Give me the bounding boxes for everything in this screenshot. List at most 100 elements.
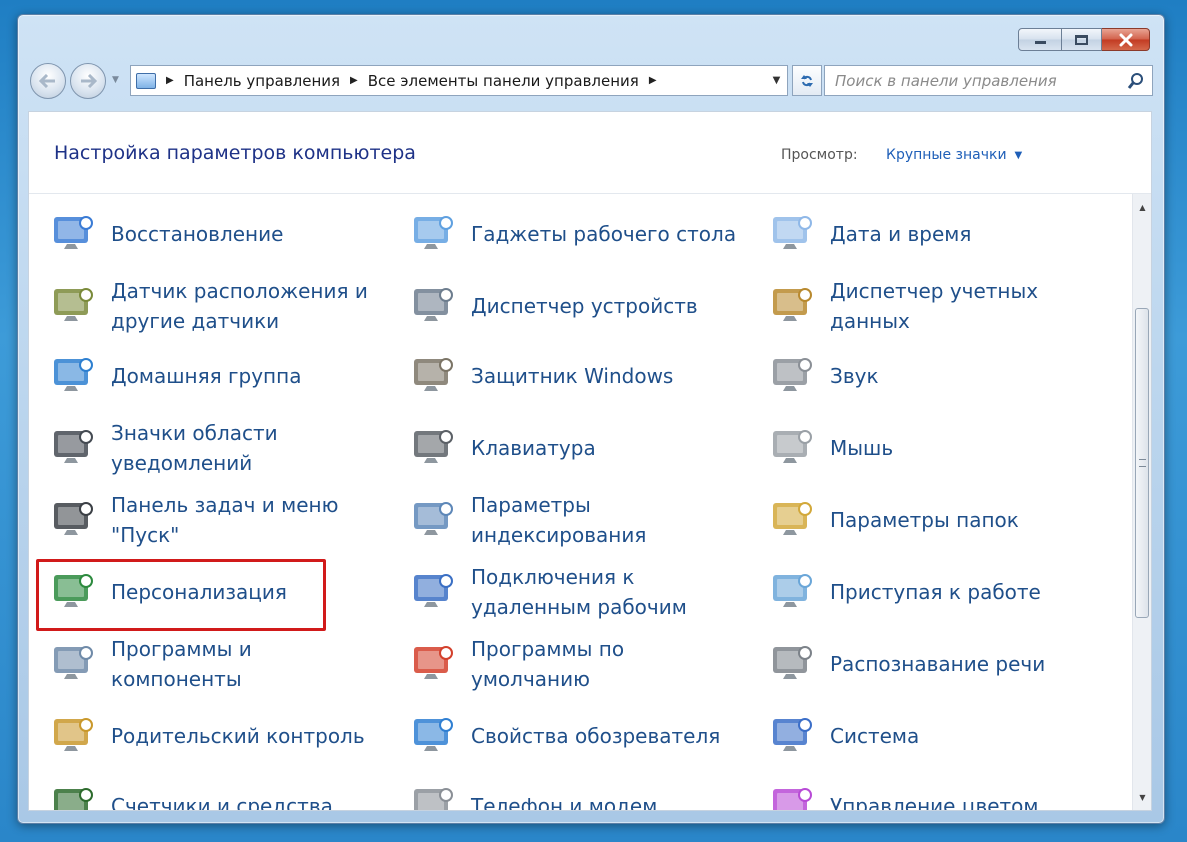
control-panel-item[interactable]: Приступая к работе [766, 560, 1041, 624]
scroll-down-icon[interactable]: ▼ [1133, 788, 1152, 806]
control-panel-item[interactable]: Телефон и модем [407, 774, 657, 810]
address-bar[interactable]: ▶ Панель управления ▶ Все элементы панел… [130, 65, 788, 96]
item-label-line: другие датчики [111, 309, 280, 333]
scroll-up-icon[interactable]: ▲ [1133, 198, 1152, 216]
breadcrumb-all-items[interactable]: Все элементы панели управления [368, 72, 639, 90]
control-panel-item[interactable]: Параметры индексирования [407, 488, 646, 552]
item-label-line: Гаджеты рабочего стола [471, 222, 737, 246]
control-panel-item[interactable]: Родительский контроль [47, 704, 365, 768]
item-label-line: умолчанию [471, 667, 590, 691]
caption-buttons [1018, 28, 1150, 51]
control-panel-item[interactable]: Управление цветом [766, 774, 1039, 810]
item-label-line: Программы и [111, 637, 252, 661]
recent-pages-chevron-icon[interactable]: ▼ [112, 75, 119, 85]
maximize-icon [1075, 34, 1088, 45]
control-panel-item[interactable]: Диспетчер учетных данных [766, 274, 1038, 338]
breadcrumb-separator-icon[interactable]: ▶ [166, 75, 174, 86]
search-icon[interactable] [1127, 72, 1145, 90]
item-label-line: Панель задач и меню [111, 493, 339, 517]
control-panel-item-label: Родительский контроль [111, 721, 365, 751]
windows-defender-icon [407, 350, 459, 402]
control-panel-item[interactable]: Программы и компоненты [47, 632, 252, 696]
control-panel-item[interactable]: Подключения к удаленным рабочим [407, 560, 687, 624]
control-panel-item-label: Домашняя группа [111, 361, 301, 391]
control-panel-item-label: Параметры индексирования [471, 490, 646, 550]
control-panel-icon [136, 72, 156, 89]
item-label-line: Персонализация [111, 580, 287, 604]
forward-button[interactable] [70, 63, 106, 99]
back-button[interactable] [30, 63, 66, 99]
control-panel-item[interactable]: Мышь [766, 416, 893, 480]
search-placeholder: Поиск в панели управления [835, 71, 1057, 90]
address-dropdown-icon[interactable]: ▼ [765, 66, 787, 95]
item-label-line: удаленным рабочим [471, 595, 687, 619]
item-label-line: Родительский контроль [111, 724, 365, 748]
item-label-line: Счетчики и средства [111, 794, 333, 810]
control-panel-item-label: Значки области уведомлений [111, 418, 278, 478]
view-mode-value: Крупные значки [886, 147, 1007, 163]
control-panel-item[interactable]: Распознавание речи [766, 632, 1045, 696]
search-input[interactable]: Поиск в панели управления [824, 65, 1153, 96]
control-panel-item[interactable]: Панель задач и меню "Пуск" [47, 488, 338, 552]
control-panel-item-label: Свойства обозревателя [471, 721, 720, 751]
close-button[interactable] [1102, 28, 1150, 51]
content-header: Настройка параметров компьютера Просмотр… [29, 112, 1151, 194]
scrollbar-thumb[interactable] [1135, 308, 1149, 618]
minimize-button[interactable] [1018, 28, 1062, 51]
control-panel-item[interactable]: Звук [766, 344, 879, 408]
grip-icon [1139, 459, 1146, 467]
item-label-line: Свойства обозревателя [471, 724, 721, 748]
control-panel-item[interactable]: Клавиатура [407, 416, 596, 480]
parental-controls-icon [47, 710, 99, 762]
performance-tools-icon [47, 780, 99, 810]
control-panel-item[interactable]: Домашняя группа [47, 344, 301, 408]
item-label-line: Защитник Windows [471, 364, 674, 388]
item-label-line: Параметры [471, 493, 591, 517]
sound-icon [766, 350, 818, 402]
item-label-line: Подключения к [471, 565, 635, 589]
item-label-line: индексирования [471, 523, 647, 547]
control-panel-item[interactable]: Диспетчер устройств [407, 274, 698, 338]
control-panel-item[interactable]: Счетчики и средства [47, 774, 333, 810]
control-panel-item[interactable]: Значки области уведомлений [47, 416, 278, 480]
control-panel-item[interactable]: Дата и время [766, 202, 971, 266]
control-panel-item-label: Телефон и модем [471, 791, 657, 810]
control-panel-item[interactable]: Гаджеты рабочего стола [407, 202, 736, 266]
control-panel-item[interactable]: Восстановление [47, 202, 283, 266]
breadcrumb-separator-icon[interactable]: ▶ [350, 75, 358, 86]
control-panel-item-label: Программы и компоненты [111, 634, 252, 694]
control-panel-item[interactable]: Датчик расположения и другие датчики [47, 274, 368, 338]
maximize-button[interactable] [1062, 28, 1102, 51]
control-panel-item[interactable]: Персонализация [47, 560, 287, 624]
close-icon [1119, 33, 1132, 46]
control-panel-item-label: Управление цветом [830, 791, 1039, 810]
control-panel-item[interactable]: Защитник Windows [407, 344, 673, 408]
date-time-icon [766, 208, 818, 260]
device-manager-icon [407, 280, 459, 332]
item-label-line: компоненты [111, 667, 242, 691]
control-panel-item-label: Счетчики и средства [111, 791, 333, 810]
control-panel-item[interactable]: Параметры папок [766, 488, 1019, 552]
breadcrumb-separator-icon[interactable]: ▶ [649, 75, 657, 86]
control-panel-item[interactable]: Свойства обозревателя [407, 704, 720, 768]
control-panel-item-label: Параметры папок [830, 505, 1019, 535]
vertical-scrollbar[interactable]: ▲ ▼ [1132, 194, 1151, 810]
control-panel-item[interactable]: Программы по умолчанию [407, 632, 624, 696]
control-panel-item[interactable]: Система [766, 704, 919, 768]
view-mode-dropdown[interactable]: Крупные значки ▼ [886, 147, 1022, 163]
remote-desktop-icon [407, 566, 459, 618]
item-label-line: Приступая к работе [830, 580, 1041, 604]
view-label: Просмотр: [781, 147, 858, 163]
internet-options-icon [407, 710, 459, 762]
breadcrumb-control-panel[interactable]: Панель управления [184, 72, 340, 90]
refresh-button[interactable] [792, 65, 822, 96]
item-label-line: Датчик расположения и [111, 279, 368, 303]
system-icon [766, 710, 818, 762]
chevron-down-icon: ▼ [1014, 149, 1023, 161]
control-panel-item-label: Датчик расположения и другие датчики [111, 276, 368, 336]
control-panel-item-label: Диспетчер учетных данных [830, 276, 1038, 336]
refresh-icon [801, 74, 813, 87]
item-label-line: Распознавание речи [830, 652, 1046, 676]
item-label-line: "Пуск" [111, 523, 180, 547]
item-label-line: Дата и время [830, 222, 972, 246]
